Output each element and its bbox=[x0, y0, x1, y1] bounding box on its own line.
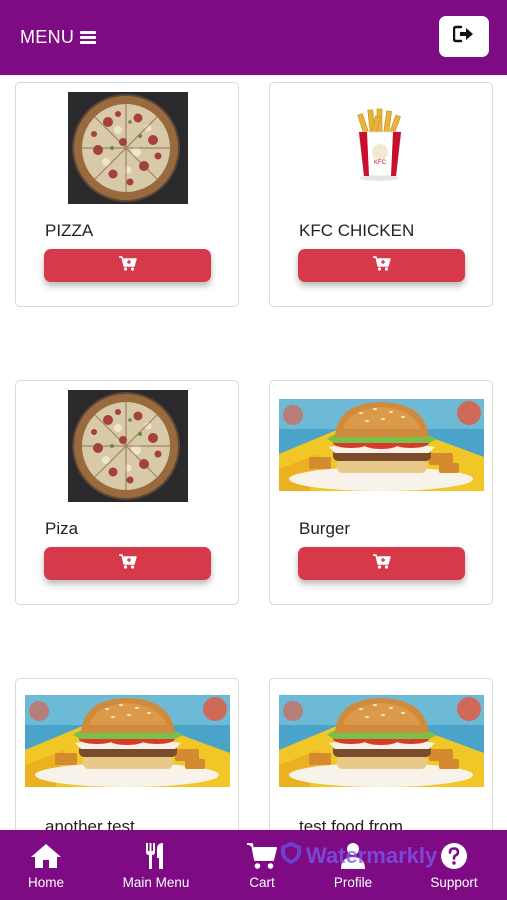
cart-icon bbox=[246, 840, 278, 872]
burger-image bbox=[279, 695, 484, 787]
add-to-cart-button[interactable] bbox=[298, 547, 465, 580]
add-to-cart-button[interactable] bbox=[44, 547, 211, 580]
cart-icon bbox=[118, 553, 137, 574]
home-icon bbox=[30, 840, 62, 872]
add-to-cart-button[interactable] bbox=[44, 249, 211, 282]
nav-label: Home bbox=[27, 875, 64, 890]
user-icon bbox=[340, 840, 366, 872]
nav-cart[interactable]: Cart bbox=[240, 830, 284, 900]
product-name: another test bbox=[45, 817, 135, 830]
product-card[interactable]: Piza bbox=[15, 380, 239, 605]
nav-label: Main Menu bbox=[122, 875, 190, 890]
product-card[interactable]: PIZZA bbox=[15, 82, 239, 307]
help-icon bbox=[440, 840, 468, 872]
nav-label: Support bbox=[430, 875, 478, 890]
top-app-bar: MENU bbox=[0, 0, 507, 75]
product-grid: PIZZA KFC CHICKEN Piza Burger another te… bbox=[0, 75, 507, 830]
product-name: Piza bbox=[45, 519, 79, 538]
product-name: KFC CHICKEN bbox=[299, 221, 415, 240]
nav-support[interactable]: Support bbox=[424, 830, 484, 900]
menu-button[interactable]: MENU bbox=[20, 25, 97, 49]
product-name: test food from bbox=[299, 817, 403, 830]
product-name: Burger bbox=[299, 519, 351, 538]
bottom-navigation: Home Main Menu Cart Profile Support bbox=[0, 830, 507, 900]
cart-icon bbox=[372, 553, 391, 574]
logout-button[interactable] bbox=[439, 16, 489, 57]
hamburger-icon bbox=[80, 30, 97, 44]
utensils-icon bbox=[142, 840, 170, 872]
nav-home[interactable]: Home bbox=[18, 830, 74, 900]
nav-main-menu[interactable]: Main Menu bbox=[114, 830, 198, 900]
product-name: PIZZA bbox=[45, 221, 94, 240]
nav-label: Cart bbox=[249, 875, 275, 890]
product-card[interactable]: test food from bbox=[269, 678, 493, 830]
kfc-fries-image bbox=[345, 108, 415, 183]
product-card[interactable]: KFC CHICKEN bbox=[269, 82, 493, 307]
nav-label: Profile bbox=[333, 875, 373, 890]
product-card[interactable]: Burger bbox=[269, 380, 493, 605]
product-card[interactable]: another test bbox=[15, 678, 239, 830]
cart-icon bbox=[118, 255, 137, 276]
logout-icon bbox=[452, 25, 475, 48]
pizza-image bbox=[68, 92, 188, 204]
burger-image bbox=[25, 695, 230, 787]
burger-image bbox=[279, 399, 484, 491]
add-to-cart-button[interactable] bbox=[298, 249, 465, 282]
menu-label: MENU bbox=[20, 26, 75, 47]
cart-icon bbox=[372, 255, 391, 276]
pizza-image bbox=[68, 390, 188, 502]
nav-profile[interactable]: Profile bbox=[326, 830, 380, 900]
